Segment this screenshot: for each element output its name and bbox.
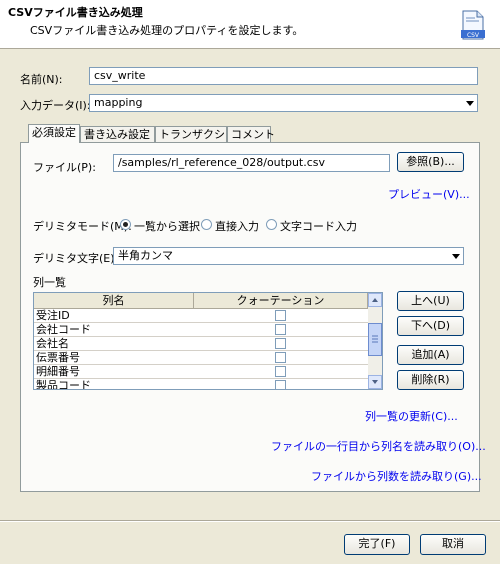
input-data-label: 入力データ(I): xyxy=(20,99,91,112)
delimiter-char-label: デリミタ文字(E): xyxy=(33,252,119,265)
move-down-button[interactable]: 下へ(D) xyxy=(397,316,464,336)
name-label: 名前(N): xyxy=(20,73,63,86)
finish-button[interactable]: 完了(F) xyxy=(344,534,410,555)
table-row[interactable]: 会社コード xyxy=(34,323,368,337)
radio-char-code-input-label: 文字コード入力 xyxy=(280,220,357,233)
delimiter-mode-label: デリミタモード(M): xyxy=(33,220,132,233)
add-button[interactable]: 追加(A) xyxy=(397,345,464,365)
read-column-count-link[interactable]: ファイルから列数を読み取り(G)... xyxy=(311,468,482,484)
table-body: 受注ID 会社コード 会社名 伝票番号 明細番号 製品コード xyxy=(34,309,368,389)
table-row[interactable]: 製品コード xyxy=(34,379,368,389)
csv-file-icon: CSV xyxy=(460,10,486,40)
dialog-subtitle: CSVファイル書き込み処理のプロパティを設定します。 xyxy=(30,24,304,37)
column-name-cell: 会社コード xyxy=(36,323,91,336)
delimiter-char-value: 半角カンマ xyxy=(118,249,173,262)
dropdown-arrow-icon xyxy=(465,97,475,109)
column-name-cell: 明細番号 xyxy=(36,365,80,378)
cancel-button[interactable]: 取消 xyxy=(420,534,486,555)
tab-comment[interactable]: コメント xyxy=(227,126,275,143)
table-row[interactable]: 受注ID xyxy=(34,309,368,323)
input-data-select[interactable]: mapping xyxy=(89,94,478,112)
column-header-name[interactable]: 列名 xyxy=(34,293,194,309)
radio-char-code-input[interactable] xyxy=(266,219,277,230)
browse-button[interactable]: 参照(B)... xyxy=(397,152,464,172)
radio-direct-input-label: 直接入力 xyxy=(215,220,259,233)
quotation-checkbox[interactable] xyxy=(275,380,286,389)
table-row[interactable]: 伝票番号 xyxy=(34,351,368,365)
file-label: ファイル(P): xyxy=(33,161,96,174)
quotation-checkbox[interactable] xyxy=(275,352,286,363)
dialog-header: CSVファイル書き込み処理 CSVファイル書き込み処理のプロパティを設定します。… xyxy=(0,0,500,49)
delimiter-char-select[interactable]: 半角カンマ xyxy=(113,247,464,265)
tab-transaction[interactable]: トランザクション xyxy=(155,126,247,143)
file-path-field[interactable]: /samples/rl_reference_028/output.csv xyxy=(113,154,390,172)
tab-write-settings[interactable]: 書き込み設定 xyxy=(80,126,155,143)
table-row[interactable]: 明細番号 xyxy=(34,365,368,379)
radio-select-from-list[interactable] xyxy=(120,219,131,230)
read-column-names-link[interactable]: ファイルの一行目から列名を読み取り(O)... xyxy=(271,438,486,454)
column-list-label: 列一覧 xyxy=(33,276,66,289)
tab-required[interactable]: 必須設定 xyxy=(28,124,80,143)
dialog-title: CSVファイル書き込み処理 xyxy=(8,6,143,19)
footer-separator xyxy=(0,520,500,522)
column-header-quotation[interactable]: クォーテーション xyxy=(194,293,368,309)
column-name-cell: 製品コード xyxy=(36,379,91,389)
table-scrollbar[interactable] xyxy=(368,293,382,389)
column-name-cell: 受注ID xyxy=(36,309,70,322)
column-name-cell: 会社名 xyxy=(36,337,69,350)
dropdown-arrow-icon xyxy=(451,250,461,262)
move-up-button[interactable]: 上へ(U) xyxy=(397,291,464,311)
quotation-checkbox[interactable] xyxy=(275,324,286,335)
radio-direct-input[interactable] xyxy=(201,219,212,230)
preview-link[interactable]: プレビュー(V)... xyxy=(388,186,470,202)
name-field[interactable]: csv_write xyxy=(89,67,478,85)
column-name-cell: 伝票番号 xyxy=(36,351,80,364)
delete-button[interactable]: 削除(R) xyxy=(397,370,464,390)
input-data-value: mapping xyxy=(94,96,143,109)
refresh-column-list-link[interactable]: 列一覧の更新(C)... xyxy=(365,408,458,424)
quotation-checkbox[interactable] xyxy=(275,366,286,377)
csv-icon-label: CSV xyxy=(467,32,480,39)
radio-select-from-list-label: 一覧から選択 xyxy=(134,220,200,233)
column-table: 列名 クォーテーション 受注ID 会社コード 会社名 伝票番号 明細番号 製品コ… xyxy=(33,292,383,390)
quotation-checkbox[interactable] xyxy=(275,310,286,321)
quotation-checkbox[interactable] xyxy=(275,338,286,349)
table-row[interactable]: 会社名 xyxy=(34,337,368,351)
